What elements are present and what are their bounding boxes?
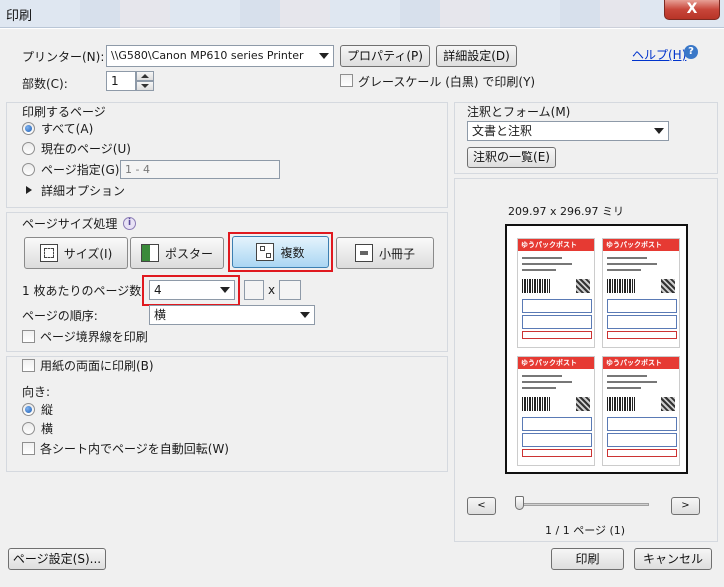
resize-icon bbox=[39, 244, 58, 262]
landscape-label: 横 bbox=[41, 422, 54, 436]
expand-arrow-icon[interactable] bbox=[26, 186, 32, 194]
comments-title: 注釈とフォーム(M) bbox=[467, 105, 571, 119]
card-header: ゆうパックポスト bbox=[603, 357, 679, 369]
help-icon[interactable]: ? bbox=[684, 45, 698, 59]
copies-up-button[interactable] bbox=[136, 71, 154, 81]
page-order-select[interactable]: 横 bbox=[149, 305, 315, 325]
barcode-icon bbox=[607, 279, 635, 293]
booklet-button[interactable]: 小冊子 bbox=[336, 237, 434, 269]
chevron-down-icon bbox=[650, 122, 668, 140]
help-link[interactable]: ヘルプ(H) bbox=[632, 46, 686, 63]
columns-input[interactable] bbox=[244, 280, 264, 300]
copies-label: 部数(C): bbox=[22, 77, 68, 91]
multiple-pages-icon bbox=[256, 243, 275, 261]
multiple-button[interactable]: 複数 bbox=[232, 236, 329, 268]
summarize-comments-button[interactable]: 注釈の一覧(E) bbox=[467, 147, 556, 168]
preview-card: ゆうパックポスト bbox=[602, 238, 680, 348]
next-page-button[interactable]: > bbox=[671, 497, 700, 515]
barcode-icon bbox=[607, 397, 635, 411]
multiple-button-label: 複数 bbox=[280, 245, 305, 260]
chevron-down-icon bbox=[296, 306, 314, 324]
booklet-icon bbox=[354, 244, 373, 262]
preview-slider-thumb[interactable] bbox=[515, 496, 524, 510]
size-button-label: サイズ(I) bbox=[63, 246, 113, 261]
info-icon[interactable]: i bbox=[123, 217, 136, 230]
x-label: x bbox=[268, 283, 276, 297]
printer-value: \\G580\Canon MP610 series Printer bbox=[111, 49, 304, 62]
booklet-button-label: 小冊子 bbox=[378, 246, 415, 261]
poster-button-label: ポスター bbox=[164, 246, 213, 261]
page-range-label: ページ指定(G) bbox=[41, 163, 120, 177]
comments-select[interactable]: 文書と注釈 bbox=[467, 121, 669, 141]
current-page-label: 現在のページ(U) bbox=[41, 142, 131, 156]
all-pages-label: すべて(A) bbox=[41, 122, 94, 136]
poster-button[interactable]: ポスター bbox=[130, 237, 224, 269]
paper-size-label: 209.97 x 296.97 ミリ bbox=[508, 205, 624, 218]
chevron-down-icon bbox=[216, 281, 234, 299]
close-button[interactable]: X bbox=[664, 0, 720, 20]
page-setup-button[interactable]: ページ設定(S)... bbox=[8, 548, 106, 570]
window-title: 印刷 bbox=[6, 9, 33, 24]
print-button[interactable]: 印刷 bbox=[551, 548, 624, 570]
page-border-checkbox[interactable] bbox=[22, 330, 35, 343]
page-preview: ゆうパックポスト ゆうパックポスト ゆうパックポスト ゆうパックポスト bbox=[505, 224, 688, 474]
duplex-label: 用紙の両面に印刷(B) bbox=[40, 359, 154, 373]
page-range-input[interactable]: 1 - 4 bbox=[120, 160, 280, 179]
rows-input[interactable] bbox=[279, 280, 301, 300]
more-options-toggle[interactable]: 詳細オプション bbox=[41, 182, 125, 199]
barcode-icon bbox=[522, 279, 550, 293]
preview-card: ゆうパックポスト bbox=[517, 356, 595, 466]
duplex-checkbox[interactable] bbox=[22, 359, 35, 372]
page-status: 1 / 1 ページ (1) bbox=[545, 524, 626, 537]
grayscale-label: グレースケール (白黒) で印刷(Y) bbox=[358, 75, 536, 89]
cancel-button[interactable]: キャンセル bbox=[634, 548, 712, 570]
pages-per-sheet-value: 4 bbox=[154, 283, 162, 297]
preview-card: ゆうパックポスト bbox=[517, 238, 595, 348]
auto-rotate-checkbox[interactable] bbox=[22, 442, 35, 455]
orientation-title: 向き: bbox=[22, 385, 51, 399]
all-pages-radio[interactable] bbox=[22, 122, 35, 135]
grayscale-checkbox[interactable] bbox=[340, 74, 353, 87]
copies-down-button[interactable] bbox=[136, 81, 154, 91]
barcode-icon bbox=[522, 397, 550, 411]
title-bar: 印刷 bbox=[0, 0, 724, 28]
card-header: ゆうパックポスト bbox=[518, 239, 594, 251]
printer-label: プリンター(N): bbox=[22, 50, 105, 64]
pages-title: 印刷するページ bbox=[22, 105, 106, 119]
chevron-down-icon bbox=[315, 46, 333, 66]
portrait-label: 縦 bbox=[41, 403, 54, 417]
page-order-value: 横 bbox=[154, 308, 167, 322]
size-button[interactable]: サイズ(I) bbox=[24, 237, 128, 269]
portrait-radio[interactable] bbox=[22, 403, 35, 416]
qr-code-icon bbox=[576, 397, 590, 411]
pages-per-sheet-label: 1 枚あたりのページ数 bbox=[22, 284, 142, 298]
pages-per-sheet-select[interactable]: 4 bbox=[149, 280, 235, 300]
properties-button[interactable]: プロパティ(P) bbox=[340, 45, 430, 67]
qr-code-icon bbox=[576, 279, 590, 293]
page-order-label: ページの順序: bbox=[22, 309, 98, 323]
page-border-label: ページ境界線を印刷 bbox=[40, 330, 148, 344]
card-header: ゆうパックポスト bbox=[518, 357, 594, 369]
auto-rotate-label: 各シート内でページを自動回転(W) bbox=[40, 442, 229, 456]
poster-icon bbox=[140, 244, 159, 262]
prev-page-button[interactable]: < bbox=[467, 497, 496, 515]
copies-input[interactable]: 1 bbox=[106, 71, 136, 91]
current-page-radio[interactable] bbox=[22, 142, 35, 155]
comments-value: 文書と注釈 bbox=[472, 124, 533, 138]
landscape-radio[interactable] bbox=[22, 422, 35, 435]
preview-card: ゆうパックポスト bbox=[602, 356, 680, 466]
printer-select[interactable]: \\G580\Canon MP610 series Printer bbox=[106, 45, 334, 67]
advanced-button[interactable]: 詳細設定(D) bbox=[436, 45, 517, 67]
sizing-title: ページサイズ処理 bbox=[22, 217, 118, 231]
page-range-radio[interactable] bbox=[22, 163, 35, 176]
card-header: ゆうパックポスト bbox=[603, 239, 679, 251]
preview-slider-track[interactable] bbox=[515, 503, 649, 506]
title-bar-background bbox=[80, 0, 640, 28]
qr-code-icon bbox=[661, 279, 675, 293]
qr-code-icon bbox=[661, 397, 675, 411]
